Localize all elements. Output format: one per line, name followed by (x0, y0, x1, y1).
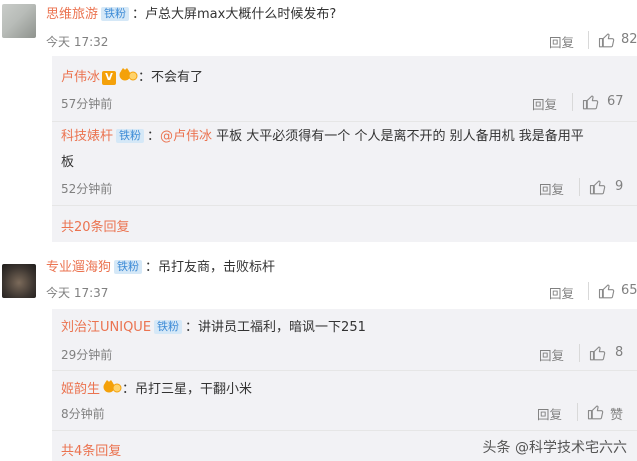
username-link[interactable]: 思维旅游 (46, 7, 98, 22)
reply-header: 卢伟冰 V ：不会有了 (61, 67, 203, 87)
thumbs-up-icon[interactable] (589, 344, 607, 362)
fan-badge: 铁粉 (154, 320, 183, 334)
username-link[interactable]: 科技婊杆 (61, 129, 113, 144)
reply-time: 52分钟前 (61, 182, 113, 196)
reply-header: 姬韵生 ：吊打三星，干翻小米 (61, 379, 252, 399)
reply-text-continued: 板 (61, 155, 75, 170)
thumbs-up-icon[interactable] (582, 93, 600, 111)
thumbs-up-icon[interactable] (587, 403, 605, 421)
comment-header: 专业遛海狗 铁粉 ：吊打友商，击败标杆 (46, 259, 275, 277)
reply-button[interactable]: 回复 (539, 345, 564, 364)
fan-crown-icon (119, 68, 138, 81)
divider (52, 121, 637, 122)
divider (579, 178, 580, 196)
fan-badge: 铁粉 (116, 129, 145, 143)
like-count: 9 (615, 179, 624, 194)
divider (52, 370, 637, 371)
comment-time: 今天 17:32 (46, 35, 109, 49)
reply-button[interactable]: 回复 (532, 94, 557, 113)
divider (52, 430, 637, 431)
avatar[interactable] (2, 4, 36, 38)
avatar[interactable] (2, 264, 36, 298)
comment-text: ：卢总大屏max大概什么时候发布? (132, 7, 337, 22)
mention-link[interactable]: @卢伟冰 (160, 129, 212, 144)
fan-badge: 铁粉 (101, 7, 130, 21)
like-count: 82 (621, 32, 637, 47)
comment-text: ：吊打友商，击败标杆 (145, 260, 276, 275)
vip-v-icon: V (102, 71, 117, 85)
reply-button[interactable]: 回复 (539, 179, 564, 198)
reply-time: 8分钟前 (61, 407, 105, 421)
reply-text: ：讲讲员工福利，暗讽一下251 (185, 320, 366, 335)
reply-time: 29分钟前 (61, 348, 113, 362)
reply-time: 57分钟前 (61, 97, 113, 111)
username-link[interactable]: 刘治江UNIQUE (61, 320, 151, 335)
thumbs-up-icon[interactable] (589, 178, 607, 196)
reply-text: ：吊打三星，干翻小米 (122, 382, 253, 397)
reply-header: 刘治江UNIQUE 铁粉 ：讲讲员工福利，暗讽一下251 (61, 319, 366, 337)
reply-header: 科技婊杆 铁粉 ：@卢伟冰 平板 大平必须得有一个 个人是离不开的 别人备用机 我是… (61, 129, 584, 144)
comment-header: 思维旅游 铁粉 ：卢总大屏max大概什么时候发布? (46, 6, 336, 24)
fan-badge: 铁粉 (114, 260, 143, 274)
more-replies-link[interactable]: 共4条回复 (61, 440, 121, 459)
divider (52, 205, 637, 206)
username-link[interactable]: 卢伟冰 (61, 70, 100, 85)
thumbs-up-icon[interactable] (598, 31, 616, 49)
reply-button[interactable]: 回复 (549, 283, 574, 302)
like-count: 赞 (610, 408, 624, 423)
like-count: 67 (607, 94, 624, 109)
like-count: 8 (615, 345, 624, 360)
reply-button[interactable]: 回复 (537, 404, 562, 423)
thumbs-up-icon[interactable] (598, 282, 616, 300)
divider (577, 403, 578, 421)
fan-crown-icon (103, 380, 122, 393)
reply-button[interactable]: 回复 (549, 32, 574, 51)
watermark: 头条 @科学技术宅六六 (482, 440, 627, 456)
username-link[interactable]: 姬韵生 (61, 382, 100, 397)
reply-text: 平板 大平必须得有一个 个人是离不开的 别人备用机 我是备用平 (212, 129, 584, 144)
reply-text: ：不会有了 (138, 70, 204, 85)
username-link[interactable]: 专业遛海狗 (46, 260, 111, 275)
more-replies-link[interactable]: 共20条回复 (61, 216, 130, 235)
divider (588, 282, 589, 300)
divider (572, 93, 573, 111)
divider (579, 344, 580, 362)
divider (588, 31, 589, 49)
like-count: 65 (621, 283, 637, 298)
comment-time: 今天 17:37 (46, 286, 109, 300)
